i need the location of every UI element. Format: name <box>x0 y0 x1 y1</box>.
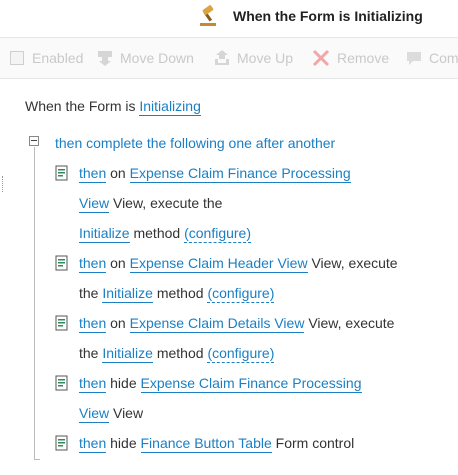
checkbox-icon[interactable] <box>10 51 24 65</box>
rule-condition: When the Form is Initializing <box>25 98 201 116</box>
action-3-line-2: the Initialize method (configure) <box>79 345 275 363</box>
move-up-label: Move Up <box>237 50 294 66</box>
group-title[interactable]: then complete the following one after an… <box>55 135 335 151</box>
view-link[interactable]: Expense Claim Details View <box>129 315 305 333</box>
enabled-label: Enabled <box>32 50 84 66</box>
configure-link[interactable]: (configure) <box>207 345 275 363</box>
enabled-checkbox[interactable]: Enabled <box>10 46 83 70</box>
action-2-line-1: then on Expense Claim Header View View, … <box>79 255 398 273</box>
action-text: on <box>110 315 126 331</box>
action-text: hide <box>110 375 137 391</box>
view-type-link[interactable]: View <box>79 405 110 423</box>
action-4-line-1: then hide Expense Claim Finance Processi… <box>79 375 362 393</box>
action-text: method <box>133 225 181 241</box>
action-text: View, execute <box>308 315 395 331</box>
view-type-link[interactable]: View <box>79 195 110 213</box>
rule-title: When the Form is Initializing <box>233 8 423 24</box>
action-text: on <box>110 255 126 271</box>
configure-link[interactable]: (configure) <box>207 285 275 303</box>
view-link[interactable]: Expense Claim Header View <box>129 255 308 273</box>
then-link[interactable]: then <box>79 255 107 273</box>
action-document-icon <box>55 165 68 181</box>
view-link[interactable]: Expense Claim Finance Processing <box>129 165 351 183</box>
action-text: View, execute the <box>112 195 223 211</box>
toolbar: Enabled Move Down Move Up Remove Com <box>0 37 458 79</box>
action-1-line-1: then on Expense Claim Finance Processing <box>79 165 351 183</box>
arrow-up-icon <box>215 50 229 65</box>
comment-bubble-icon <box>407 52 421 65</box>
comment-label: Com <box>429 50 458 66</box>
action-text: the <box>79 345 99 361</box>
action-1-line-2: View View, execute the <box>79 195 223 213</box>
action-text: on <box>110 165 126 181</box>
comment-button[interactable]: Com <box>405 46 458 70</box>
action-text: Form control <box>275 435 355 451</box>
tree-line <box>34 147 35 460</box>
gutter-marker <box>2 176 5 192</box>
remove-button[interactable]: Remove <box>311 46 389 70</box>
move-down-button[interactable]: Move Down <box>96 46 194 70</box>
action-document-icon <box>55 375 68 391</box>
action-text: method <box>156 285 204 301</box>
then-link[interactable]: then <box>79 435 107 453</box>
action-2-line-2: the Initialize method (configure) <box>79 285 275 303</box>
action-text: hide <box>110 435 137 451</box>
action-3-line-1: then on Expense Claim Details View View,… <box>79 315 395 333</box>
action-5-line-1: then hide Finance Button Table Form cont… <box>79 435 355 453</box>
action-document-icon <box>55 315 68 331</box>
collapse-toggle-icon[interactable] <box>29 136 39 146</box>
gavel-icon <box>200 5 216 26</box>
remove-label: Remove <box>337 50 390 66</box>
tree-line-end <box>34 459 40 460</box>
then-link[interactable]: then <box>79 165 107 183</box>
move-up-button[interactable]: Move Up <box>213 46 293 70</box>
method-link[interactable]: Initialize <box>79 225 130 243</box>
rule-prefix: When the Form is <box>25 98 136 114</box>
method-link[interactable]: Initialize <box>102 345 153 363</box>
method-link[interactable]: Initialize <box>102 285 153 303</box>
arrow-down-icon <box>98 51 112 66</box>
control-link[interactable]: Finance Button Table <box>140 435 272 453</box>
rule-header: When the Form is Initializing <box>0 0 458 33</box>
action-1-line-3: Initialize method (configure) <box>79 225 251 243</box>
action-text: method <box>156 345 204 361</box>
event-link[interactable]: Initializing <box>139 98 201 116</box>
then-link[interactable]: then <box>79 315 107 333</box>
action-4-line-2: View View <box>79 405 144 423</box>
action-text: the <box>79 285 99 301</box>
remove-x-icon <box>312 49 330 67</box>
action-document-icon <box>55 255 68 271</box>
action-document-icon <box>55 435 68 451</box>
action-text: View <box>112 405 144 421</box>
configure-link[interactable]: (configure) <box>184 225 251 243</box>
then-link[interactable]: then <box>79 375 107 393</box>
move-down-label: Move Down <box>120 50 194 66</box>
view-link[interactable]: Expense Claim Finance Processing <box>140 375 362 393</box>
action-text: View, execute <box>311 255 398 271</box>
